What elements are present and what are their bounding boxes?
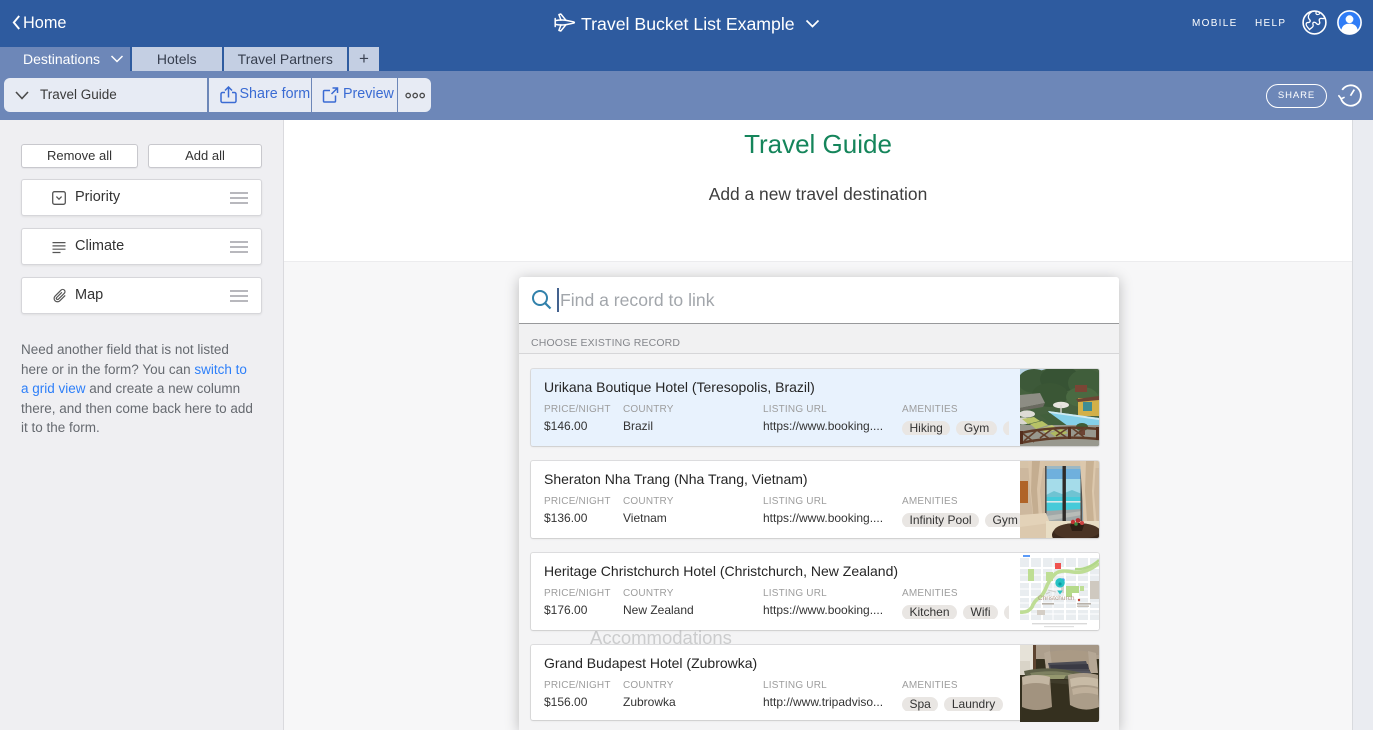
svg-text:Christchurch: Christchurch [1038, 595, 1075, 602]
